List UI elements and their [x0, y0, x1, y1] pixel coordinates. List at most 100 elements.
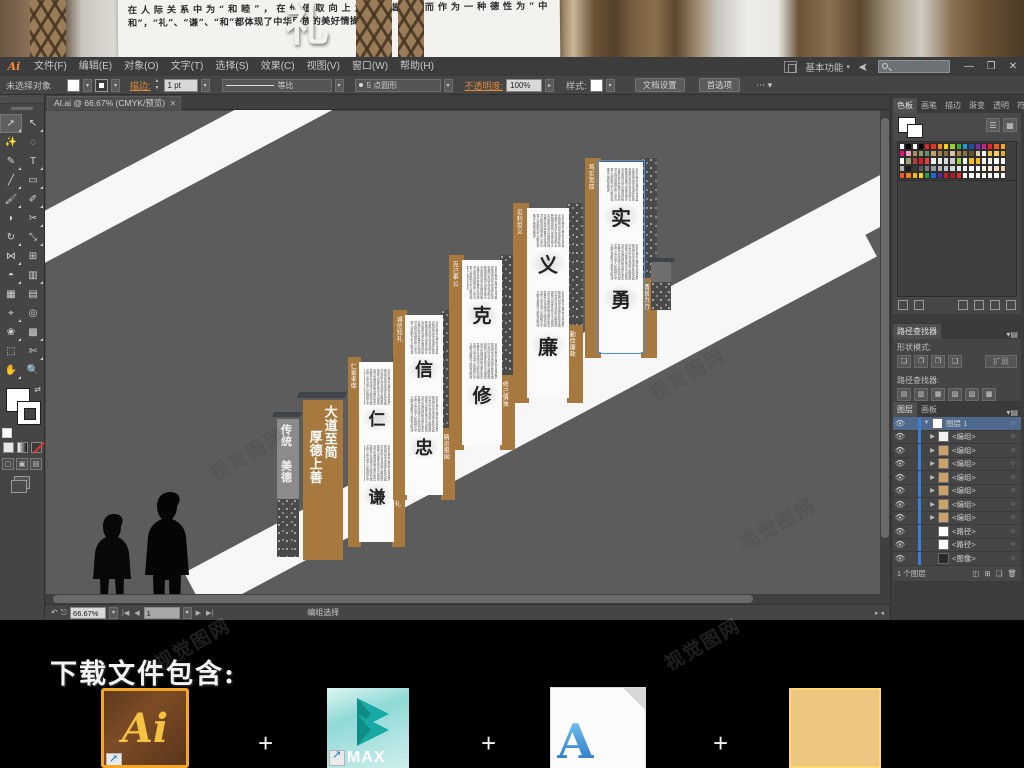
swatch-options-icon[interactable] — [974, 300, 984, 311]
layer-row[interactable]: 👁 <图像> ○ — [893, 551, 1021, 566]
layer-name[interactable]: <编组> — [952, 431, 1005, 442]
swatch-cell[interactable] — [999, 150, 1007, 158]
gradient-button[interactable] — [16, 442, 28, 453]
layer-name[interactable]: <编组> — [952, 499, 1005, 510]
visibility-eye-icon[interactable]: 👁 — [893, 513, 907, 522]
disclosure-triangle-icon[interactable]: ▼ — [921, 420, 932, 426]
eraser-tool[interactable]: ✂ — [22, 209, 44, 228]
magic-wand-tool[interactable]: ✨ — [0, 133, 22, 152]
layer-name[interactable]: <编组> — [952, 485, 1005, 496]
stroke-weight-dropdown-icon[interactable]: ▾ — [200, 78, 210, 92]
outline-icon[interactable]: ▨ — [965, 388, 979, 401]
page-number-field[interactable]: 1 — [143, 606, 180, 619]
crop-icon[interactable]: ▧ — [948, 388, 962, 401]
new-swatch-icon[interactable] — [990, 300, 1000, 311]
disclosure-triangle-icon[interactable]: ▶ — [927, 474, 938, 481]
search-input[interactable] — [878, 60, 950, 73]
width-tool[interactable]: ⋈ — [0, 247, 22, 266]
visibility-eye-icon[interactable]: 👁 — [893, 446, 907, 455]
target-indicator-icon[interactable]: ○ — [1005, 433, 1021, 440]
visibility-eye-icon[interactable]: 👁 — [893, 500, 907, 509]
layer-name[interactable]: <路径> — [952, 539, 1005, 550]
target-indicator-icon[interactable]: ○ — [1005, 447, 1021, 454]
gradient-tool[interactable]: ▤ — [22, 285, 44, 304]
sign-1[interactable]: 大道至简 厚德上善 — [296, 392, 348, 560]
disclosure-triangle-icon[interactable]: ▶ — [927, 487, 938, 494]
layer-row[interactable]: 👁 ▶ <编组> ○ — [893, 430, 1021, 444]
canvas-horizontal-scrollbar[interactable] — [45, 594, 890, 604]
opacity-field[interactable]: 100% — [506, 78, 543, 92]
canvas-area[interactable]: 传统 美德 大道至简 厚德上善 天地玄黄宇宙洪荒日月盈昃辰宿列张寒来暑往秋收冬藏… — [45, 110, 890, 604]
layer-name[interactable]: <编组> — [952, 458, 1005, 469]
layer-row[interactable]: 👁 ▶ <编组> ○ — [893, 470, 1021, 485]
swatch-cell[interactable] — [999, 171, 1007, 179]
make-clipping-mask-icon[interactable]: ◫ — [972, 569, 979, 578]
last-page-icon[interactable]: ▶| — [205, 609, 214, 617]
zoom-level-field[interactable]: 66.67% — [70, 606, 107, 619]
target-indicator-icon[interactable]: ○ — [1005, 528, 1021, 535]
disclosure-triangle-icon[interactable]: ▶ — [927, 447, 938, 454]
menu-window[interactable]: 窗口(W) — [346, 57, 394, 76]
undo-icon[interactable]: ↶ — [51, 608, 58, 617]
free-transform-tool[interactable]: ⊞ — [22, 247, 44, 266]
stroke-weight-label[interactable]: 描边: — [130, 79, 151, 92]
stroke-weight-stepper[interactable]: ▲ ▼ — [154, 79, 161, 92]
style-dropdown-icon[interactable]: ▾ — [605, 78, 615, 92]
target-indicator-icon[interactable]: ○ — [1005, 487, 1021, 494]
tab-stroke[interactable]: 描边 — [941, 98, 965, 113]
opacity-dropdown-icon[interactable]: ▸ — [545, 78, 555, 92]
menu-edit[interactable]: 编辑(E) — [73, 57, 118, 76]
minus-front-icon[interactable]: ❐ — [914, 355, 928, 368]
swatch-cell[interactable] — [999, 164, 1007, 172]
divide-icon[interactable]: ▤ — [897, 388, 911, 401]
expand-button[interactable]: 扩展 — [985, 355, 1017, 368]
page-dropdown-icon[interactable]: ▾ — [182, 606, 192, 619]
new-color-group-icon[interactable] — [958, 300, 968, 311]
pencil-tool[interactable]: ✐ — [22, 190, 44, 209]
control-bar-overflow-icon[interactable]: ⋯ ▾ — [756, 80, 772, 91]
symbol-sprayer-tool[interactable]: ❀ — [0, 323, 22, 342]
draw-inside-icon[interactable]: ▤ — [30, 458, 42, 470]
document-setup-button[interactable]: 文档设置 — [634, 78, 685, 92]
shape-builder-tool[interactable]: ◓ — [0, 266, 22, 285]
delete-swatch-icon[interactable] — [1006, 300, 1016, 311]
visibility-eye-icon[interactable]: 👁 — [893, 432, 907, 441]
selection-tool[interactable]: ➚ — [0, 114, 22, 133]
swatch-cell[interactable] — [999, 157, 1007, 165]
target-indicator-icon[interactable]: ○ — [1005, 541, 1021, 548]
stroke-dropdown-icon[interactable]: ▾ — [111, 78, 121, 92]
profile-dropdown-icon[interactable]: ▾ — [334, 78, 344, 92]
swatch-libraries-icon[interactable] — [898, 300, 908, 311]
menu-effect[interactable]: 效果(C) — [255, 57, 301, 76]
eyedropper-tool[interactable]: ⌖ — [0, 304, 22, 323]
next-page-icon[interactable]: ▶ — [195, 609, 202, 617]
sign-4[interactable]: 天地玄黄宇宙洪荒日月盈昃辰宿列张寒来暑往秋收冬藏闰余成岁律吕调阳云腾致雨露结为霜… — [449, 255, 515, 450]
paintbrush-tool[interactable]: 🖌 — [0, 190, 22, 209]
menu-help[interactable]: 帮助(H) — [394, 57, 440, 76]
sign-5[interactable]: 天地玄黄宇宙洪荒日月盈昃辰宿列张寒来暑往秋收冬藏闰余成岁律吕调阳云腾致雨露结为霜… — [513, 203, 583, 403]
pen-tool[interactable]: ✎ — [0, 152, 22, 171]
toolbox-collapse-handle[interactable] — [11, 107, 33, 110]
tab-swatches[interactable]: 色板 — [893, 98, 917, 113]
intersect-icon[interactable]: ❒ — [931, 355, 945, 368]
rotate-tool[interactable]: ↻ — [0, 228, 22, 247]
slice-tool[interactable]: ✄ — [22, 342, 44, 361]
layer-name[interactable]: <编组> — [952, 472, 1005, 483]
direct-selection-tool[interactable]: ↖ — [22, 114, 44, 133]
stroke-weight-field[interactable]: 1 pt — [163, 78, 198, 92]
target-indicator-icon[interactable]: ○ — [1005, 460, 1021, 467]
tab-symbols[interactable]: 符号 — [1013, 98, 1024, 113]
make-sublayer-icon[interactable]: ⊞ — [984, 569, 990, 578]
close-icon[interactable]: ✕ — [169, 97, 176, 110]
exclude-icon[interactable]: ❑ — [948, 355, 962, 368]
layer-row[interactable]: 👁 ▶ <编组> ○ — [893, 511, 1021, 525]
share-icon[interactable]: ⎋ — [61, 608, 67, 618]
hand-tool[interactable]: ✋ — [0, 361, 22, 380]
fill-color-swatch[interactable] — [67, 78, 81, 92]
disclosure-triangle-icon[interactable]: ▶ — [927, 460, 938, 467]
menu-object[interactable]: 对象(O) — [118, 57, 164, 76]
tab-transparency[interactable]: 透明 — [989, 98, 1013, 113]
layer-row[interactable]: 👁 ▼ 图层 1 ○ — [893, 416, 1021, 431]
panel-stroke-swatch[interactable] — [907, 124, 923, 138]
visibility-eye-icon[interactable]: 👁 — [893, 473, 907, 482]
